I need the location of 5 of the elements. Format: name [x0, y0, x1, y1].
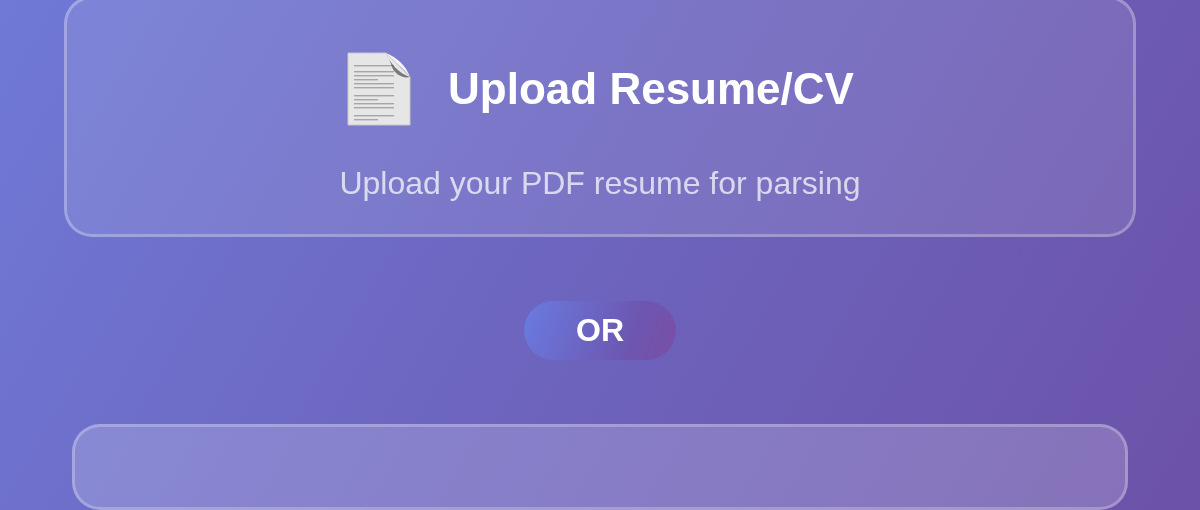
upload-card[interactable]: Upload Resume/CV Upload your PDF resume for parsing: [64, 0, 1136, 238]
or-divider: OR: [524, 301, 676, 360]
upload-title: Upload Resume/CV: [448, 64, 854, 115]
upload-subtitle: Upload your PDF resume for parsing: [339, 165, 861, 203]
document-icon: [346, 51, 413, 128]
